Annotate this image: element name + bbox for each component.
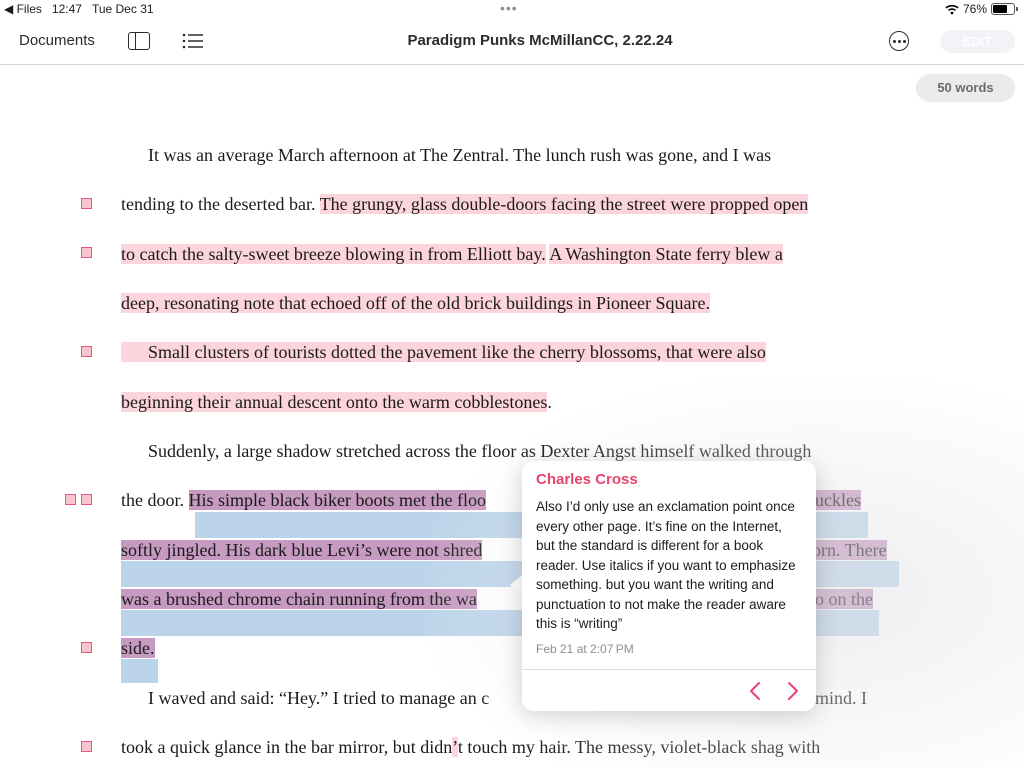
popover-divider — [522, 669, 816, 670]
highlighted-text[interactable]: A Washington State ferry blew a — [549, 244, 783, 264]
text-line[interactable]: the door. His simple black biker boots m… — [121, 488, 486, 512]
text-span: . — [547, 392, 552, 412]
text-span: took a quick glance in the bar mirror, b… — [121, 737, 453, 757]
text-line[interactable]: I waved and said: “Hey.” I tried to mana… — [121, 686, 489, 710]
text-line[interactable]: o on the — [815, 587, 873, 611]
selected-highlight[interactable]: side. — [121, 638, 155, 658]
comment-marker-icon[interactable] — [81, 494, 92, 505]
comment-text: Also I’d only use an exclamation point o… — [536, 499, 796, 631]
text-line[interactable]: took a quick glance in the bar mirror, b… — [121, 735, 820, 759]
text-line[interactable]: It was an average March afternoon at The… — [121, 143, 771, 167]
text-line[interactable]: side. — [121, 636, 155, 660]
highlighted-text[interactable]: Small clusters of tourists dotted the pa… — [121, 342, 766, 362]
text-span: t touch my hair. The messy, violet-black… — [457, 737, 821, 757]
chevron-right-icon[interactable] — [780, 679, 804, 703]
highlighted-text[interactable]: beginning their annual descent onto the … — [121, 392, 548, 412]
chevron-left-icon[interactable] — [744, 679, 768, 703]
document-body: It was an average March afternoon at The… — [0, 0, 1024, 768]
selection-block — [121, 659, 158, 683]
comment-date: Feb 21 at 2:07 PM — [536, 642, 634, 656]
text-line[interactable]: was a brushed chrome chain running from … — [121, 587, 477, 611]
text-line[interactable]: to catch the salty-sweet breeze blowing … — [121, 242, 783, 266]
selected-highlight[interactable]: orn. There — [812, 540, 887, 560]
text-line[interactable]: tending to the deserted bar. The grungy,… — [121, 192, 809, 216]
selected-highlight[interactable]: His simple black biker boots met the flo… — [188, 490, 486, 510]
highlighted-text[interactable]: to catch the salty-sweet breeze blowing … — [121, 244, 546, 264]
text-line[interactable]: softly jingled. His dark blue Levi’s wer… — [121, 538, 483, 562]
selected-highlight[interactable]: softly jingled. His dark blue Levi’s wer… — [121, 540, 483, 560]
selected-highlight[interactable]: uckles — [815, 490, 861, 510]
comment-marker-icon[interactable] — [81, 198, 92, 209]
selected-highlight[interactable]: o on the — [815, 589, 873, 609]
comment-author: Charles Cross — [536, 471, 638, 488]
comment-marker-icon[interactable] — [81, 642, 92, 653]
text-line[interactable]: Small clusters of tourists dotted the pa… — [121, 340, 766, 364]
popover-arrow — [510, 575, 522, 595]
text-span: tending to the deserted bar. — [121, 194, 320, 214]
text-line[interactable]: Suddenly, a large shadow stretched acros… — [121, 439, 811, 463]
comment-marker-icon[interactable] — [81, 247, 92, 258]
selected-highlight[interactable]: was a brushed chrome chain running from … — [121, 589, 477, 609]
comment-marker-icon[interactable] — [81, 741, 92, 752]
text-line[interactable]: mind. I — [815, 686, 867, 710]
text-line[interactable]: deep, resonating note that echoed off of… — [121, 291, 711, 315]
highlighted-text[interactable]: deep, resonating note that echoed off of… — [121, 293, 711, 313]
comment-popover: Charles Cross Also I’d only use an excla… — [522, 461, 816, 711]
comment-marker-icon[interactable] — [81, 346, 92, 357]
text-span: the door. — [121, 490, 189, 510]
comment-marker-icon[interactable] — [65, 494, 76, 505]
text-line[interactable]: uckles — [815, 488, 861, 512]
highlighted-text[interactable]: The grungy, glass double-doors facing th… — [319, 194, 809, 214]
text-line[interactable]: beginning their annual descent onto the … — [121, 390, 552, 414]
text-line[interactable]: orn. There — [812, 538, 887, 562]
